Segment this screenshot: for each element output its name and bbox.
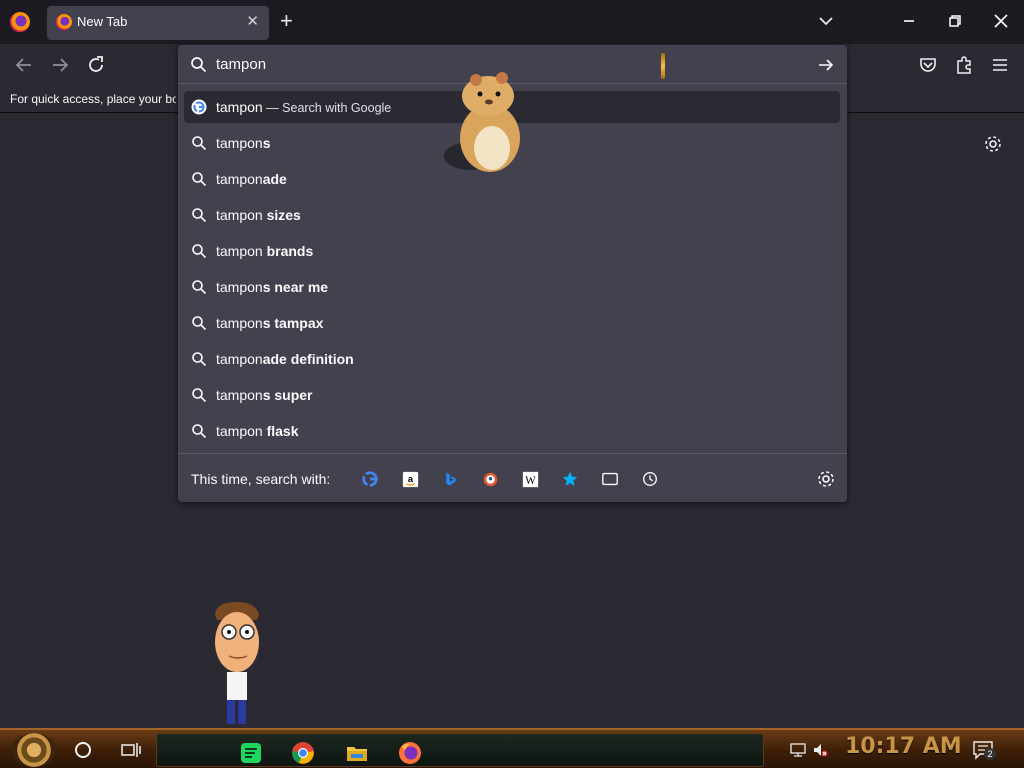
newtab-settings-gear-icon[interactable] (983, 134, 1003, 154)
bing-icon[interactable] (440, 469, 460, 489)
suggestion-text: tampon — Search with Google (216, 99, 391, 115)
suggestion-text: tampons tampax (216, 315, 323, 331)
suggestion-row[interactable]: tampon flask (184, 415, 840, 447)
chrome-icon[interactable] (291, 741, 315, 765)
suggestion-prefix: tampon (216, 135, 263, 151)
search-settings-gear-icon[interactable] (816, 469, 836, 489)
network-icon[interactable] (790, 742, 806, 758)
search-icon (192, 280, 207, 295)
search-icon (192, 172, 207, 187)
wikipedia-icon[interactable]: W (520, 469, 540, 489)
new-tab-button[interactable]: + (280, 8, 293, 34)
bookmarks-star-icon[interactable] (560, 469, 580, 489)
tab-new-tab[interactable]: New Tab ✕ (47, 6, 269, 40)
firefox-favicon-icon (56, 14, 72, 30)
firefox-view-icon[interactable] (10, 12, 30, 32)
google-icon[interactable] (360, 469, 380, 489)
back-arrow-icon[interactable] (13, 54, 35, 76)
window-close-icon[interactable] (990, 10, 1012, 32)
suggestion-completion: brands (262, 243, 314, 259)
search-icon (192, 352, 207, 367)
taskbar-clock[interactable]: 10:17 AM (845, 734, 962, 759)
suggestion-completion: s super (262, 387, 313, 403)
bookmarks-hint: For quick access, place your bookmarks h… (10, 92, 176, 106)
list-all-tabs-icon[interactable] (817, 12, 835, 30)
search-icon (192, 316, 207, 331)
url-input-value: tampon (216, 56, 267, 73)
suggestion-prefix: tampon (216, 207, 263, 223)
hamster-desktop-pet (444, 72, 520, 172)
suggestion-row[interactable]: tampon sizes (184, 199, 840, 231)
search-icon (192, 208, 207, 223)
suggestion-row[interactable]: tampons near me (184, 271, 840, 303)
amazon-icon[interactable]: a (400, 469, 420, 489)
suggestion-text: tampons super (216, 387, 313, 403)
search-icon (192, 244, 207, 259)
history-icon[interactable] (640, 469, 660, 489)
svg-text:a: a (407, 474, 413, 484)
suggestion-row[interactable]: tampon brands (184, 235, 840, 267)
suggestion-completion: sizes (262, 207, 301, 223)
suggestion-text: tampons (216, 135, 271, 151)
cartoon-man-desktop-pet (215, 602, 259, 724)
tab-title: New Tab (77, 14, 128, 29)
volume-muted-icon[interactable] (812, 742, 828, 758)
search-icon (192, 424, 207, 439)
suggestion-text: tampon brands (216, 243, 313, 259)
suggestion-prefix: tampon (216, 351, 263, 367)
suggestion-action: Search with Google (282, 101, 392, 115)
duckduckgo-icon[interactable] (480, 469, 500, 489)
window-restore-icon[interactable] (944, 10, 966, 32)
suggestion-text: tampon flask (216, 423, 299, 439)
cortana-search-icon[interactable] (75, 742, 91, 758)
search-icon (192, 136, 207, 151)
suggestion-row[interactable]: tampons tampax (184, 307, 840, 339)
extensions-puzzle-icon[interactable] (953, 54, 975, 76)
mouse-cursor-icon (661, 53, 665, 79)
suggestion-prefix: tampon (216, 423, 263, 439)
file-explorer-icon[interactable] (345, 741, 369, 765)
search-icon (192, 388, 207, 403)
task-view-icon[interactable] (121, 741, 141, 759)
suggestion-completion: ade (262, 171, 287, 187)
firefox-icon[interactable] (398, 741, 422, 765)
pocket-icon[interactable] (917, 54, 939, 76)
spotify-icon[interactable] (239, 741, 263, 765)
suggestion-completion: s (262, 135, 271, 151)
suggestion-row[interactable]: tamponade definition (184, 343, 840, 375)
suggestion-text: tamponade definition (216, 351, 354, 367)
hamburger-menu-icon[interactable] (989, 54, 1011, 76)
suggestion-completion: flask (262, 423, 299, 439)
window-minimize-icon[interactable] (898, 10, 920, 32)
suggestion-text: tampons near me (216, 279, 328, 295)
suggestion-completion: ade definition (262, 351, 354, 367)
suggestion-prefix: tampon (216, 315, 263, 331)
notification-count-badge: 2 (984, 748, 996, 760)
reload-icon[interactable] (85, 54, 107, 76)
suggestion-text: tampon sizes (216, 207, 301, 223)
suggestion-prefix: tampon (216, 279, 263, 295)
suggestion-prefix: tampon (216, 99, 263, 115)
google-icon (191, 99, 207, 115)
forward-arrow-icon[interactable] (49, 54, 71, 76)
tabs-icon[interactable] (600, 469, 620, 489)
suggestion-row[interactable]: tampons super (184, 379, 840, 411)
start-button[interactable] (12, 733, 56, 767)
suggestion-prefix: tampon (216, 243, 263, 259)
suggestion-completion: s near me (262, 279, 329, 295)
tab-close-icon[interactable]: ✕ (246, 12, 259, 30)
tab-strip: New Tab ✕ + (0, 0, 1024, 44)
one-off-search-bar: This time, search with: a W (178, 453, 847, 502)
suggestion-prefix: tampon (216, 387, 263, 403)
pinned-apps (156, 733, 764, 767)
suggestion-completion: s tampax (262, 315, 324, 331)
suggestion-prefix: tampon (216, 171, 263, 187)
search-icon (191, 57, 207, 73)
suggestion-separator: — (262, 101, 283, 115)
go-arrow-icon[interactable] (816, 55, 836, 75)
one-off-label: This time, search with: (191, 471, 331, 487)
suggestion-text: tamponade (216, 171, 287, 187)
svg-text:W: W (525, 474, 536, 486)
taskbar: 10:17 AM 2 (0, 728, 1024, 768)
